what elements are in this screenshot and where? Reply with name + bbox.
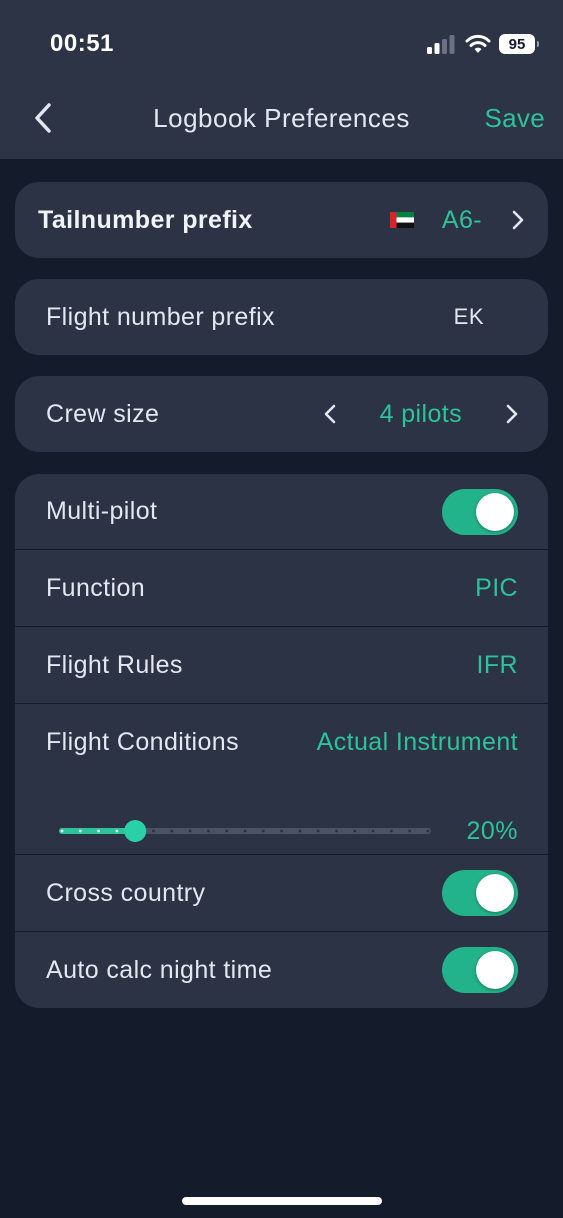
- function-label: Function: [46, 573, 146, 602]
- slider-tick: [371, 829, 375, 833]
- flight-rules-label: Flight Rules: [46, 650, 183, 679]
- crew-decrease-button[interactable]: [324, 404, 336, 424]
- slider-tick: [335, 829, 338, 833]
- slider-tick: [261, 829, 265, 833]
- auto-night-label: Auto calc night time: [46, 955, 273, 984]
- slider-tick: [188, 829, 192, 833]
- tailnumber-value-group: A6-: [389, 205, 524, 235]
- slider-tick: [115, 829, 119, 833]
- flight-conditions-section: Flight Conditions Actual Instrument 20%: [15, 704, 548, 854]
- crew-size-card: Crew size 4 pilots: [15, 376, 548, 452]
- cross-country-label: Cross country: [46, 878, 206, 907]
- function-row[interactable]: Function PIC: [15, 550, 548, 626]
- nav-header: 00:51 95 Logbook Preferences Save: [0, 0, 563, 159]
- slider-tick: [426, 829, 430, 833]
- slider-tick: [243, 829, 247, 833]
- flight-number-label: Flight number prefix: [46, 302, 275, 331]
- chevron-right-icon: [512, 210, 524, 230]
- slider-tick: [60, 829, 64, 833]
- crew-size-label: Crew size: [46, 399, 160, 428]
- function-value: PIC: [475, 573, 518, 602]
- crew-size-stepper: 4 pilots: [324, 400, 518, 429]
- flight-number-card: Flight number prefix EK: [15, 279, 548, 355]
- slider-tick: [408, 829, 412, 833]
- chevron-left-icon: [324, 404, 335, 424]
- status-time: 00:51: [50, 30, 114, 57]
- flight-conditions-slider[interactable]: [56, 818, 434, 844]
- battery-level: 95: [508, 35, 526, 53]
- flight-rules-row[interactable]: Flight Rules IFR: [15, 627, 548, 703]
- flight-conditions-value: Actual Instrument: [316, 727, 518, 756]
- wifi-icon: [465, 34, 491, 53]
- auto-night-toggle[interactable]: [442, 947, 518, 993]
- slider-tick: [207, 829, 210, 833]
- tailnumber-value: A6-: [441, 205, 482, 234]
- slider-tick: [97, 829, 100, 833]
- slider-tick: [78, 829, 82, 833]
- slider-tick: [316, 829, 320, 833]
- slider-tick: [170, 829, 174, 833]
- flight-number-row[interactable]: Flight number prefix EK: [15, 279, 548, 355]
- page-title: Logbook Preferences: [153, 103, 410, 133]
- slider-tick: [390, 829, 393, 833]
- status-icons: 95: [427, 32, 539, 56]
- tailnumber-card[interactable]: Tailnumber prefix A6-: [15, 182, 548, 258]
- toggle-knob: [476, 951, 514, 989]
- flight-conditions-row[interactable]: Flight Conditions Actual Instrument: [15, 704, 548, 780]
- cross-country-toggle[interactable]: [442, 870, 518, 916]
- screen: 00:51 95 Logbook Preferences Save Tailnu…: [0, 0, 563, 1218]
- tailnumber-row[interactable]: Tailnumber prefix A6-: [15, 182, 548, 258]
- flight-rules-value: IFR: [476, 650, 518, 679]
- home-indicator[interactable]: [182, 1197, 382, 1205]
- settings-card: Multi-pilot Function PIC Flight Rules IF…: [15, 474, 548, 1008]
- signal-icon: [427, 35, 455, 54]
- multi-pilot-label: Multi-pilot: [46, 497, 158, 525]
- uae-flag-icon: [389, 212, 414, 228]
- chevron-right-icon: [506, 404, 518, 424]
- crew-size-row: Crew size 4 pilots: [15, 376, 548, 452]
- crew-increase-button[interactable]: [506, 404, 518, 424]
- auto-night-row: Auto calc night time: [15, 932, 548, 1008]
- multi-pilot-toggle[interactable]: [442, 488, 518, 535]
- toggle-knob: [476, 874, 514, 912]
- toggle-knob: [476, 492, 514, 531]
- cross-country-row: Cross country: [15, 855, 548, 931]
- slider-tick: [353, 829, 357, 833]
- crew-size-value: 4 pilots: [379, 399, 462, 428]
- tailnumber-label: Tailnumber prefix: [38, 205, 253, 234]
- slider-tick: [298, 829, 302, 833]
- multi-pilot-row: Multi-pilot: [15, 474, 548, 549]
- slider-tick: [280, 829, 283, 833]
- flight-conditions-label: Flight Conditions: [46, 727, 240, 756]
- slider-tick: [225, 829, 229, 833]
- save-button[interactable]: Save: [485, 103, 545, 134]
- slider-track: [59, 820, 431, 842]
- slider-knob: [124, 820, 147, 842]
- battery-icon: 95: [499, 34, 539, 54]
- flight-conditions-percent: 20%: [466, 817, 518, 845]
- slider-tick: [152, 829, 155, 833]
- flight-number-input[interactable]: EK: [454, 304, 484, 330]
